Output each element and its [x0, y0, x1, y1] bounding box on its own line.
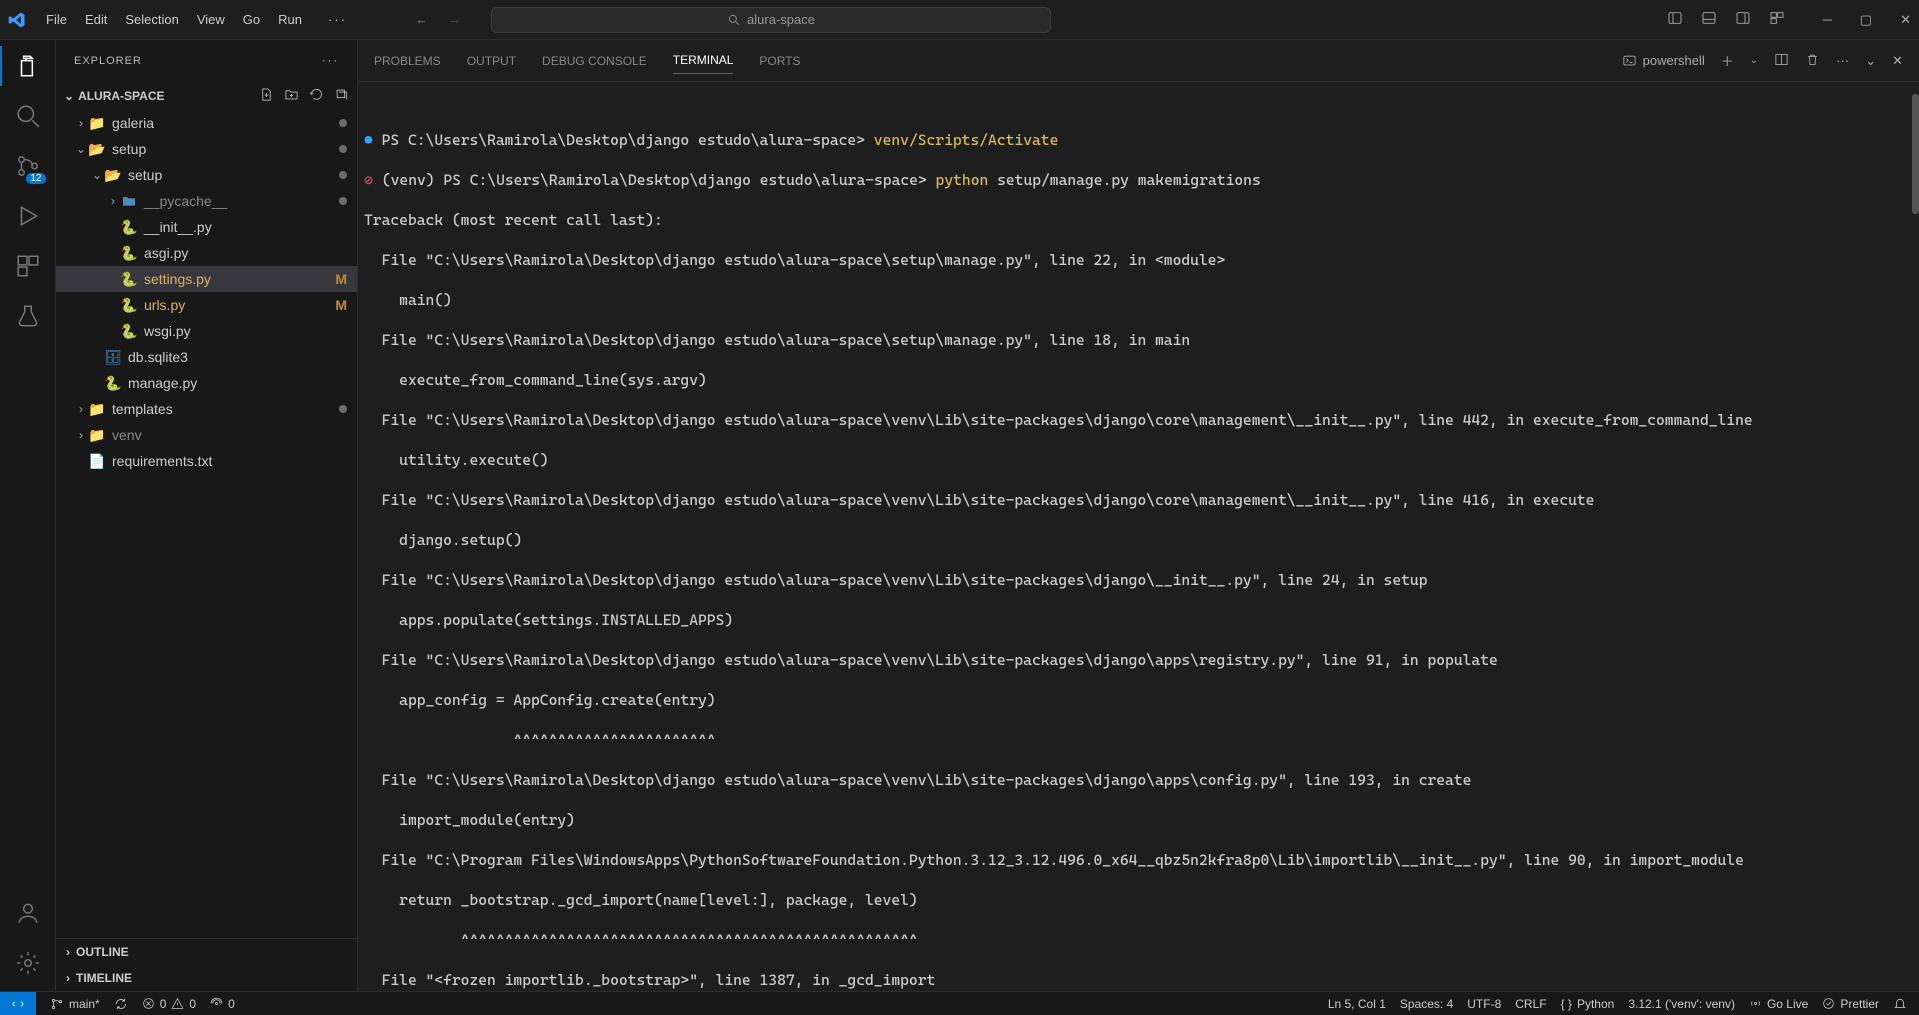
- outline-section[interactable]: ›OUTLINE: [56, 939, 357, 965]
- tab-terminal[interactable]: TERMINAL: [673, 47, 734, 74]
- status-interpreter[interactable]: 3.12.1 ('venv': venv): [1628, 997, 1735, 1011]
- status-spaces[interactable]: Spaces: 4: [1400, 997, 1453, 1011]
- folder-galeria[interactable]: ›📁galeria: [56, 110, 357, 136]
- new-folder-icon[interactable]: [284, 87, 299, 105]
- activity-search-icon[interactable]: [14, 102, 42, 130]
- titlebar: File Edit Selection View Go Run ··· ← → …: [0, 0, 1919, 40]
- activity-extensions-icon[interactable]: [14, 252, 42, 280]
- status-language[interactable]: { } Python: [1561, 997, 1615, 1011]
- menu-bar: File Edit Selection View Go Run ···: [38, 8, 355, 31]
- menu-run[interactable]: Run: [270, 8, 310, 31]
- status-sync[interactable]: [114, 997, 128, 1011]
- layout-panel-icon[interactable]: [1701, 10, 1717, 29]
- remote-indicator[interactable]: [0, 992, 36, 1015]
- activity-scm-icon[interactable]: 12: [14, 152, 42, 180]
- layout-sidebar-right-icon[interactable]: [1735, 10, 1751, 29]
- folder-setup[interactable]: ⌄📂setup: [56, 136, 357, 162]
- file-init[interactable]: 🐍__init__.py: [56, 214, 357, 240]
- tab-problems[interactable]: PROBLEMS: [374, 48, 441, 74]
- file-wsgi[interactable]: 🐍wsgi.py: [56, 318, 357, 344]
- shell-selector[interactable]: powershell: [1622, 53, 1705, 68]
- command-center[interactable]: alura-space: [491, 7, 1051, 33]
- activity-bar: 12: [0, 40, 56, 991]
- customize-layout-icon[interactable]: [1769, 10, 1785, 29]
- command-center-text: alura-space: [747, 12, 815, 27]
- nav-back-icon[interactable]: ←: [415, 12, 428, 27]
- file-urls[interactable]: 🐍urls.pyM: [56, 292, 357, 318]
- status-eol[interactable]: CRLF: [1515, 997, 1546, 1011]
- explorer-more-icon[interactable]: ···: [322, 55, 339, 67]
- status-problems[interactable]: 0 0: [142, 997, 196, 1011]
- activity-account-icon[interactable]: [14, 899, 42, 927]
- status-golive[interactable]: Go Live: [1749, 997, 1808, 1011]
- tab-output[interactable]: OUTPUT: [467, 48, 516, 74]
- vscode-logo-icon: [8, 10, 28, 30]
- folder-pycache[interactable]: ›__pycache__: [56, 188, 357, 214]
- menu-selection[interactable]: Selection: [117, 8, 186, 31]
- collapse-all-icon[interactable]: [334, 87, 349, 105]
- file-tree: ›📁galeria ⌄📂setup ⌄📂setup ›__pycache__ 🐍…: [56, 110, 357, 938]
- menu-more-icon[interactable]: ···: [320, 8, 355, 31]
- tab-ports[interactable]: PORTS: [759, 48, 800, 74]
- status-bell-icon[interactable]: [1893, 997, 1907, 1011]
- file-manage[interactable]: 🐍manage.py: [56, 370, 357, 396]
- file-db[interactable]: 🗄db.sqlite3: [56, 344, 357, 370]
- project-name: ALURA-SPACE: [78, 89, 164, 103]
- new-file-icon[interactable]: [259, 87, 274, 105]
- activity-settings-icon[interactable]: [14, 949, 42, 977]
- nav-forward-icon[interactable]: →: [448, 12, 461, 27]
- explorer-title: EXPLORER: [74, 55, 142, 67]
- chevron-down-icon: ⌄: [64, 89, 74, 103]
- terminal-dropdown-icon[interactable]: ⌄: [1750, 55, 1758, 66]
- new-terminal-icon[interactable]: ＋: [1721, 51, 1734, 70]
- close-icon[interactable]: ✕: [1900, 12, 1911, 28]
- status-encoding[interactable]: UTF-8: [1467, 997, 1501, 1011]
- scm-badge: 12: [26, 173, 45, 184]
- activity-explorer-icon[interactable]: [14, 52, 42, 80]
- status-bar: main* 0 0 0 Ln 5, Col 1 Spaces: 4 UTF-8 …: [0, 991, 1919, 1015]
- status-prettier[interactable]: Prettier: [1822, 997, 1879, 1011]
- activity-test-icon[interactable]: [14, 302, 42, 330]
- search-icon: [727, 13, 741, 27]
- explorer-sidebar: EXPLORER ··· ⌄ ALURA-SPACE ›📁galeria ⌄📂s…: [56, 40, 358, 991]
- panel-more-icon[interactable]: ···: [1836, 53, 1849, 68]
- kill-terminal-icon[interactable]: [1805, 52, 1820, 70]
- refresh-icon[interactable]: [309, 87, 324, 105]
- minimize-icon[interactable]: ─: [1823, 12, 1832, 28]
- panel-tabs: PROBLEMS OUTPUT DEBUG CONSOLE TERMINAL P…: [358, 40, 1919, 82]
- menu-edit[interactable]: Edit: [77, 8, 115, 31]
- timeline-section[interactable]: ›TIMELINE: [56, 965, 357, 991]
- folder-venv[interactable]: ›📁venv: [56, 422, 357, 448]
- menu-file[interactable]: File: [38, 8, 75, 31]
- split-terminal-icon[interactable]: [1774, 52, 1789, 70]
- status-ports[interactable]: 0: [210, 997, 235, 1011]
- folder-setup-inner[interactable]: ⌄📂setup: [56, 162, 357, 188]
- activity-debug-icon[interactable]: [14, 202, 42, 230]
- terminal-content[interactable]: ● PS C:\Users\Ramirola\Desktop\django es…: [358, 82, 1919, 991]
- status-lncol[interactable]: Ln 5, Col 1: [1328, 997, 1386, 1011]
- close-panel-icon[interactable]: ✕: [1892, 53, 1903, 69]
- file-settings[interactable]: 🐍settings.pyM: [56, 266, 357, 292]
- layout-sidebar-left-icon[interactable]: [1667, 10, 1683, 29]
- file-requirements[interactable]: 📄requirements.txt: [56, 448, 357, 474]
- project-header[interactable]: ⌄ ALURA-SPACE: [56, 82, 357, 110]
- maximize-icon[interactable]: ▢: [1860, 12, 1872, 28]
- terminal-scrollbar[interactable]: [1912, 94, 1919, 214]
- maximize-panel-icon[interactable]: ⌄: [1865, 53, 1876, 69]
- status-branch[interactable]: main*: [50, 997, 100, 1011]
- menu-go[interactable]: Go: [235, 8, 268, 31]
- menu-view[interactable]: View: [189, 8, 233, 31]
- file-asgi[interactable]: 🐍asgi.py: [56, 240, 357, 266]
- tab-debug-console[interactable]: DEBUG CONSOLE: [542, 48, 647, 74]
- folder-templates[interactable]: ›📁templates: [56, 396, 357, 422]
